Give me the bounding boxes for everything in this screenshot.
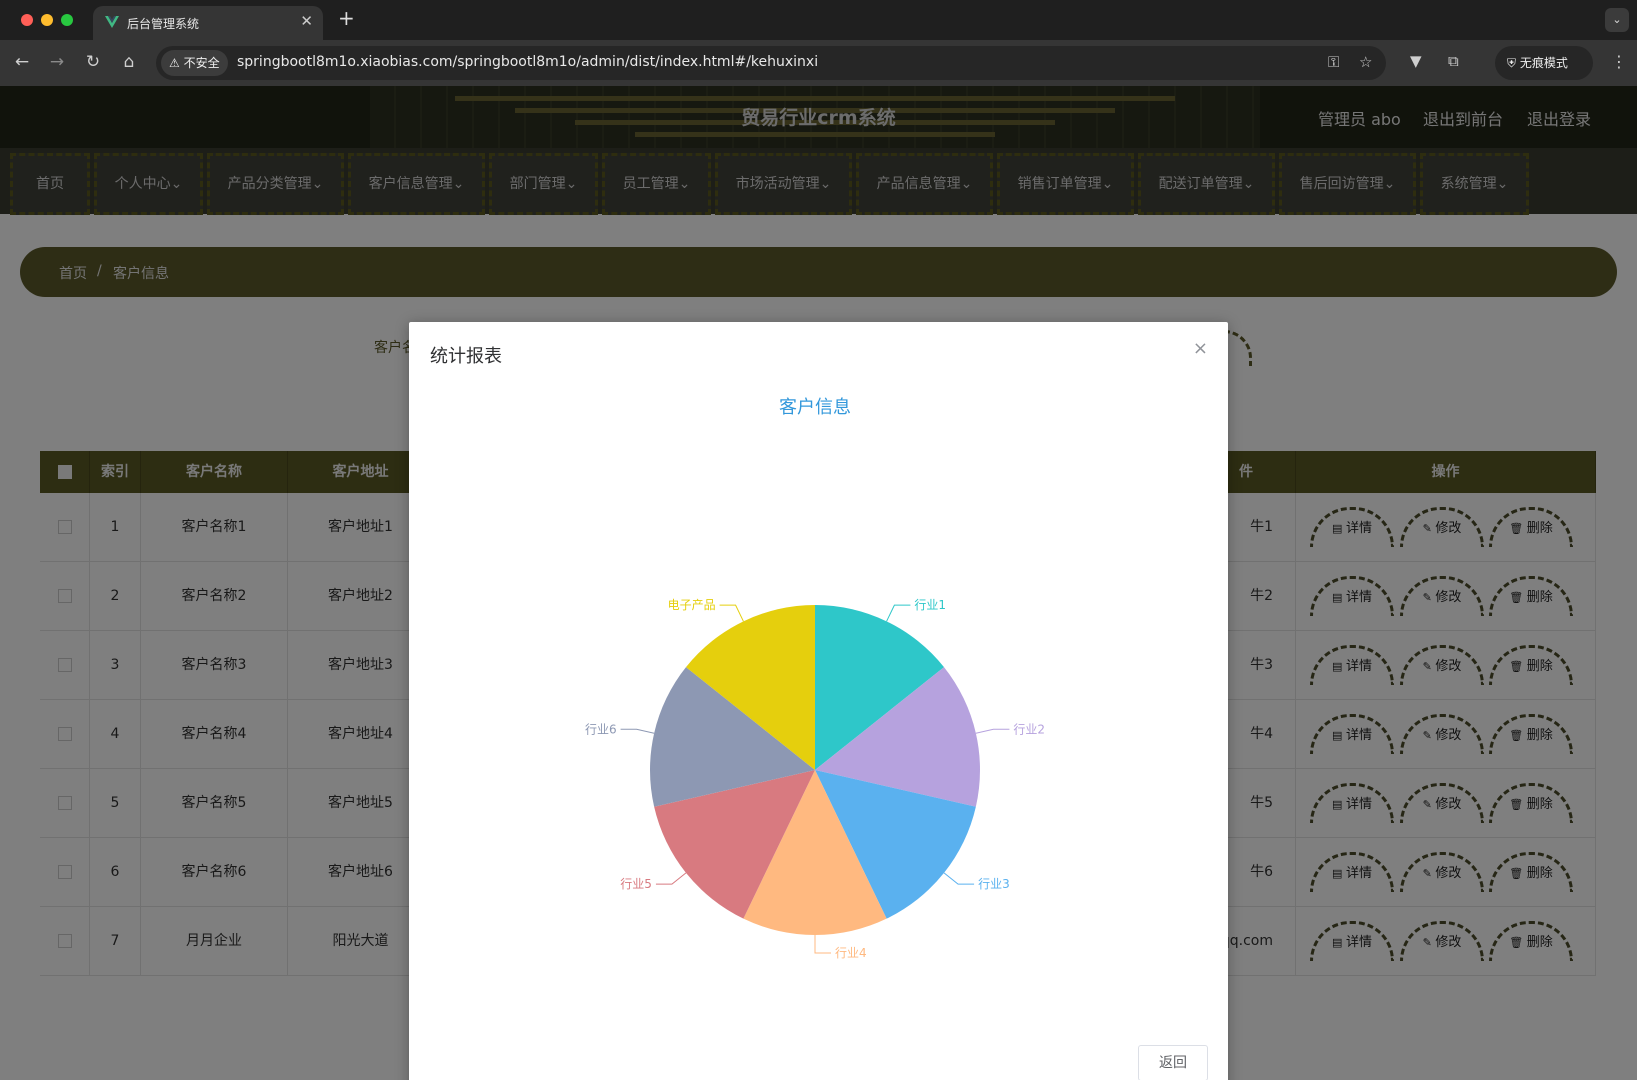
reload-icon[interactable]: ↻ xyxy=(82,52,104,72)
window-minimize-dot[interactable] xyxy=(41,14,53,26)
tab-search-icon[interactable]: ⌄ xyxy=(1605,8,1629,32)
extension-v-icon[interactable]: ▼ xyxy=(1410,52,1422,70)
home-icon[interactable]: ⌂ xyxy=(118,52,140,72)
url-text[interactable]: springbootl8m1o.xiaobias.com/springbootl… xyxy=(237,54,818,70)
pie-label-0: 行业1 xyxy=(914,598,946,612)
vue-logo-icon xyxy=(105,16,119,28)
pie-label-5: 行业6 xyxy=(585,722,617,736)
security-chip-label: 不安全 xyxy=(183,56,220,70)
pie-label-line-3 xyxy=(814,935,831,954)
bookmark-star-icon[interactable]: ☆ xyxy=(1359,53,1372,71)
stats-dialog: 统计报表 × 客户信息 行业1 行业2 行业3 行业4 行业5 行业6 电子产品 返回 xyxy=(409,322,1228,1080)
tab-title: 后台管理系统 xyxy=(127,17,200,31)
pie-label-line-5 xyxy=(620,728,655,734)
window-zoom-dot[interactable] xyxy=(61,14,73,26)
pie-label-6: 电子产品 xyxy=(668,598,716,612)
browser-toolbar: ← → ↻ ⌂ ⚠ 不安全 springbootl8m1o.xiaobias.c… xyxy=(0,40,1637,86)
browser-menu-icon[interactable]: ⋮ xyxy=(1611,52,1627,71)
password-key-icon[interactable]: ⚿ xyxy=(1328,53,1339,71)
browser-tab[interactable]: 后台管理系统 ✕ xyxy=(93,6,323,40)
incognito-icon: ⛨ xyxy=(1507,56,1520,70)
incognito-label: 无痕模式 xyxy=(1519,56,1568,70)
pie-label-3: 行业4 xyxy=(835,946,867,960)
back-icon[interactable]: ← xyxy=(11,52,33,72)
extensions-puzzle-icon[interactable]: ⧉ xyxy=(1448,52,1459,70)
dialog-title: 统计报表 xyxy=(430,346,502,367)
window-close-dot[interactable] xyxy=(21,14,33,26)
chart-title: 客户信息 xyxy=(779,397,851,418)
pie-label-2: 行业3 xyxy=(978,877,1010,891)
return-button[interactable]: 返回 xyxy=(1138,1045,1208,1080)
incognito-chip[interactable]: ⛨ 无痕模式 xyxy=(1495,46,1593,80)
pie-label-4: 行业5 xyxy=(620,877,652,891)
pie-label-line-0 xyxy=(886,604,911,622)
pie-label-line-1 xyxy=(975,728,1010,734)
browser-tab-bar: 后台管理系统 ✕ + ⌄ xyxy=(0,0,1637,40)
forward-icon[interactable]: → xyxy=(46,52,68,72)
pie-label-line-2 xyxy=(943,872,975,885)
address-bar[interactable]: ⚠ 不安全 springbootl8m1o.xiaobias.com/sprin… xyxy=(156,46,1386,80)
app-page: 贸易行业crm系统 管理员 abo 退出到前台 退出登录 首页 个人中心⌄ 产品… xyxy=(0,86,1637,1080)
pie-label-line-6 xyxy=(719,604,744,622)
pie-chart: 客户信息 行业1 行业2 行业3 行业4 行业5 行业6 电子产品 xyxy=(585,397,1045,960)
dialog-close-icon[interactable]: × xyxy=(1193,338,1208,359)
pie-slices xyxy=(650,605,980,935)
pie-label-1: 行业2 xyxy=(1013,722,1045,736)
pie-label-line-4 xyxy=(655,872,687,885)
new-tab-icon[interactable]: + xyxy=(338,6,355,30)
tab-close-icon[interactable]: ✕ xyxy=(300,12,313,30)
warning-icon: ⚠ xyxy=(169,56,184,70)
security-chip[interactable]: ⚠ 不安全 xyxy=(161,50,228,76)
